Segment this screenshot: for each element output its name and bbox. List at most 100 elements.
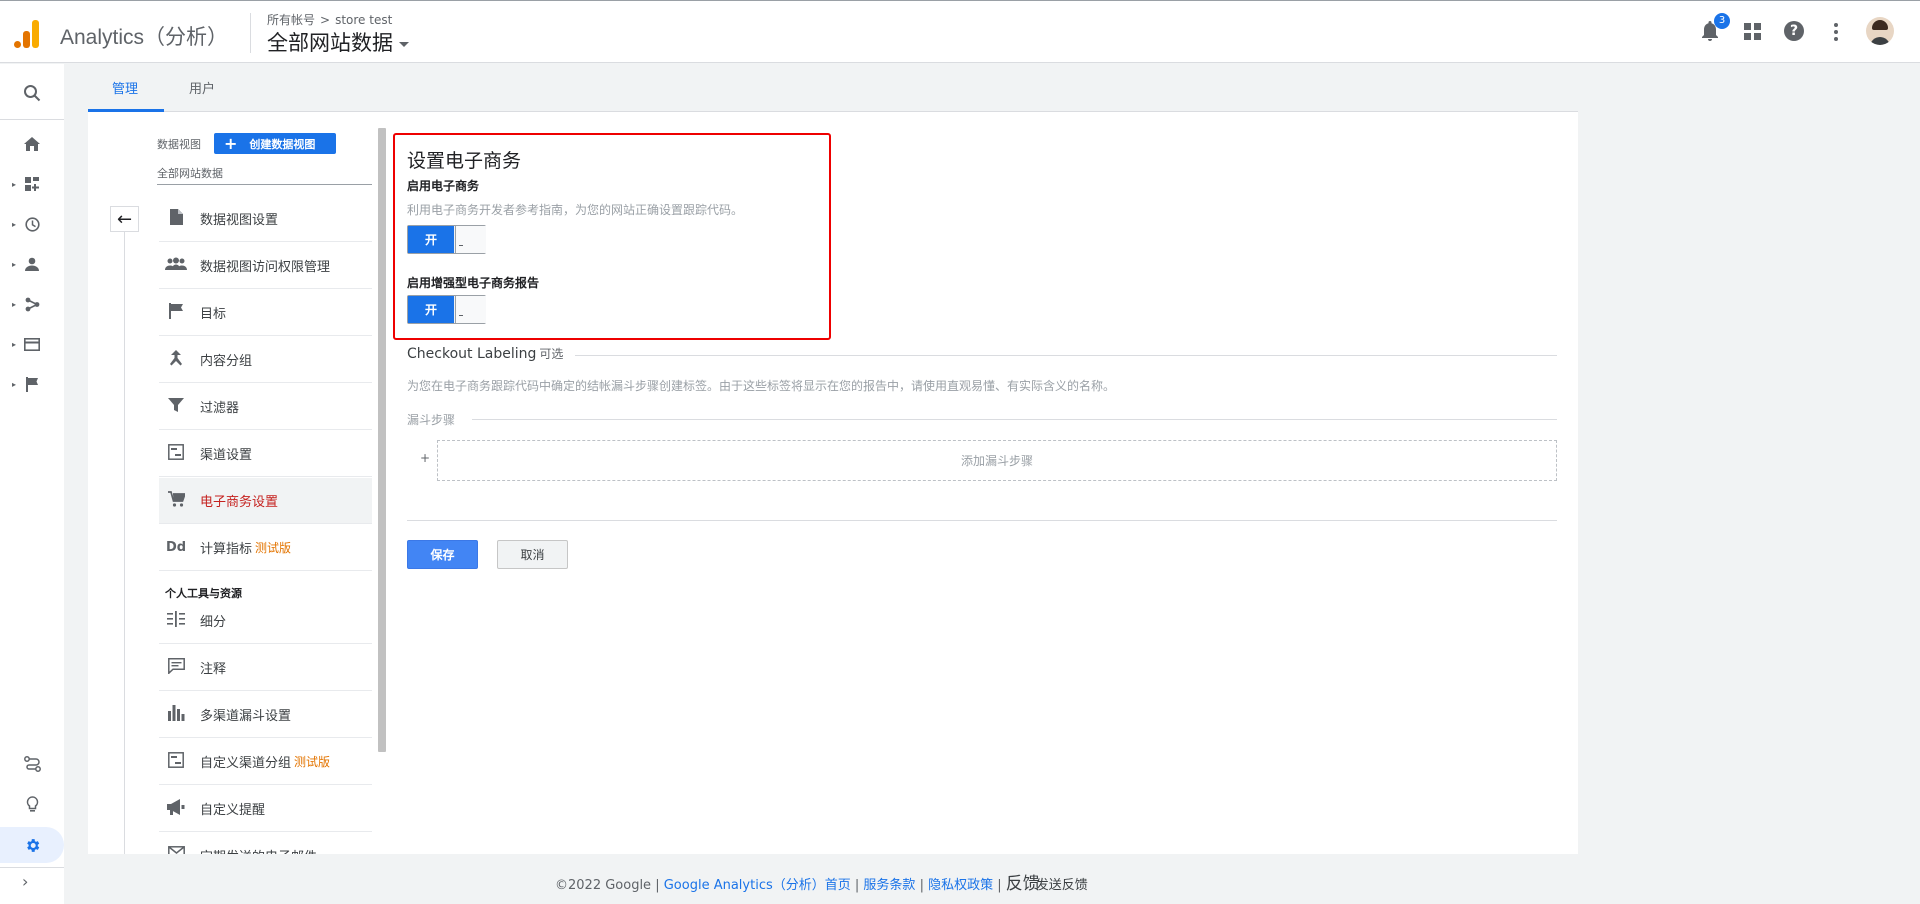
rail-discover[interactable]: [0, 790, 64, 818]
footer-send-feedback-link[interactable]: 发送反馈: [1036, 878, 1088, 893]
breadcrumb-all-accounts[interactable]: 所有帐号: [267, 13, 315, 27]
menu-item-label: 定期发送的电子邮件: [200, 846, 317, 854]
cancel-button[interactable]: 取消: [497, 540, 568, 569]
toggle-knob: [455, 226, 486, 253]
view-selector[interactable]: 全部网站数据: [157, 165, 223, 181]
rail-footer-divider: [0, 867, 64, 868]
view-column-scrollbar[interactable]: [378, 128, 386, 752]
flag-icon: [25, 376, 38, 392]
menu-item-label: 自定义渠道分组: [200, 756, 292, 771]
create-view-button[interactable]: + 创建数据视图: [214, 133, 336, 154]
save-button[interactable]: 保存: [407, 540, 478, 569]
custom-channel-icon: [165, 751, 187, 772]
content-grouping-icon: [165, 349, 187, 370]
scheduled-email-icon: [165, 846, 187, 854]
breadcrumb-account[interactable]: store test: [335, 13, 392, 27]
megaphone-icon: [165, 798, 187, 819]
menu-item-channel-settings[interactable]: 渠道设置: [159, 431, 372, 477]
view-column-label: 数据视图: [157, 138, 201, 151]
checkout-divider: [575, 355, 1557, 356]
rail-behavior[interactable]: ▸: [0, 330, 64, 358]
dashboard-icon: [25, 177, 39, 191]
property-name: 全部网站数据: [267, 31, 393, 55]
rail-home[interactable]: [0, 130, 64, 158]
toggle-knob: [455, 296, 486, 323]
footer: ©2022 Google | Google Analytics（分析）首页 | …: [555, 869, 1088, 894]
menu-item-scheduled-emails[interactable]: 定期发送的电子邮件: [159, 833, 372, 854]
menu-item-ecommerce-settings[interactable]: 电子商务设置: [159, 478, 372, 524]
tab-admin[interactable]: 管理: [112, 78, 138, 97]
menu-item-label: 细分: [200, 615, 227, 630]
menu-item-label: 注释: [200, 662, 227, 677]
tab-user[interactable]: 用户: [189, 78, 215, 97]
top-bar: Analytics（分析） 所有帐号 > store test 全部网站数据 3 ?: [0, 0, 1920, 63]
arrow-left-icon: ←: [116, 208, 133, 230]
bar-chart-icon: [165, 704, 187, 725]
menu-item-content-grouping[interactable]: 内容分组: [159, 337, 372, 383]
menu-item-label: 渠道设置: [200, 448, 253, 463]
menu-item-label: 数据视图访问权限管理: [200, 260, 331, 275]
menu-item-custom-alerts[interactable]: 自定义提醒: [159, 786, 372, 832]
beta-badge: 测试版: [294, 755, 331, 769]
analytics-logo-icon[interactable]: [14, 18, 40, 48]
menu-item-filters[interactable]: 过滤器: [159, 384, 372, 430]
rail-admin[interactable]: [0, 827, 64, 863]
rail-search[interactable]: [0, 79, 64, 107]
rail-realtime[interactable]: ▸: [0, 210, 64, 238]
expand-arrow-icon: ▸: [12, 179, 17, 189]
toggle-on-label: 开: [408, 296, 454, 323]
footer-home-link[interactable]: Google Analytics（分析）首页: [664, 878, 851, 893]
rail-attribution[interactable]: [0, 750, 64, 778]
back-button[interactable]: ←: [110, 206, 139, 232]
footer-feedback-link[interactable]: 反馈: [1006, 874, 1040, 894]
add-funnel-step-button[interactable]: 添加漏斗步骤: [437, 440, 1557, 481]
more-options-button[interactable]: [1824, 19, 1848, 43]
menu-item-mcf-settings[interactable]: 多渠道漏斗设置: [159, 692, 372, 738]
menu-item-annotations[interactable]: 注释: [159, 645, 372, 691]
menu-item-view-access[interactable]: 数据视图访问权限管理: [159, 243, 372, 289]
beta-badge: 测试版: [255, 541, 292, 555]
search-icon: [24, 85, 41, 102]
gear-icon: [26, 838, 39, 852]
expand-rail-button[interactable]: ›: [22, 872, 28, 891]
tab-bar: 管理 用户: [88, 64, 1578, 112]
apps-button[interactable]: [1740, 19, 1764, 43]
annotations-icon: [165, 657, 187, 678]
channel-settings-icon: [165, 443, 187, 464]
footer-separator: |: [854, 878, 860, 893]
left-nav-rail: ▸ ▸ ▸ ▸ ▸ ▸ ›: [0, 64, 64, 904]
more-vert-icon: [1824, 19, 1848, 41]
footer-separator: |: [655, 878, 660, 893]
menu-item-view-settings[interactable]: 数据视图设置: [159, 196, 372, 242]
rail-customization[interactable]: ▸: [0, 170, 64, 198]
funnel-steps-divider: [472, 419, 1557, 420]
cart-icon: [165, 490, 187, 511]
help-button[interactable]: ?: [1782, 19, 1806, 43]
menu-item-goals[interactable]: 目标: [159, 290, 372, 336]
footer-privacy-link[interactable]: 隐私权政策: [928, 878, 993, 893]
menu-item-calculated-metrics[interactable]: Dd 计算指标 测试版: [159, 525, 372, 571]
menu-item-custom-channel-grouping[interactable]: 自定义渠道分组 测试版: [159, 739, 372, 785]
rail-acquisition[interactable]: ▸: [0, 290, 64, 318]
rail-audience[interactable]: ▸: [0, 250, 64, 278]
avatar[interactable]: [1866, 17, 1894, 45]
enable-ecommerce-toggle[interactable]: 开: [407, 225, 486, 254]
breadcrumb-separator: >: [320, 13, 331, 27]
people-icon: [165, 257, 187, 275]
rail-conversions[interactable]: ▸: [0, 370, 64, 398]
footer-terms-link[interactable]: 服务条款: [863, 878, 915, 893]
enhanced-ecommerce-toggle[interactable]: 开: [407, 295, 486, 324]
checkout-labeling-description: 为您在电子商务跟踪代码中确定的结帐漏斗步骤创建标签。由于这些标签将显示在您的报告…: [407, 379, 1116, 393]
header-divider: [250, 13, 251, 53]
footer-copyright: ©2022 Google: [555, 878, 652, 893]
rail-divider: [0, 119, 64, 120]
property-selector[interactable]: 全部网站数据: [267, 27, 409, 57]
menu-item-segments[interactable]: 细分: [159, 598, 372, 644]
filter-icon: [165, 397, 187, 416]
notifications-button[interactable]: 3: [1698, 13, 1730, 43]
breadcrumb[interactable]: 所有帐号 > store test: [267, 11, 392, 28]
enable-ecommerce-label: 启用电子商务: [407, 179, 480, 193]
form-actions-divider: [407, 520, 1557, 521]
expand-arrow-icon: ▸: [12, 259, 17, 269]
funnel-steps-label: 漏斗步骤: [407, 413, 456, 427]
